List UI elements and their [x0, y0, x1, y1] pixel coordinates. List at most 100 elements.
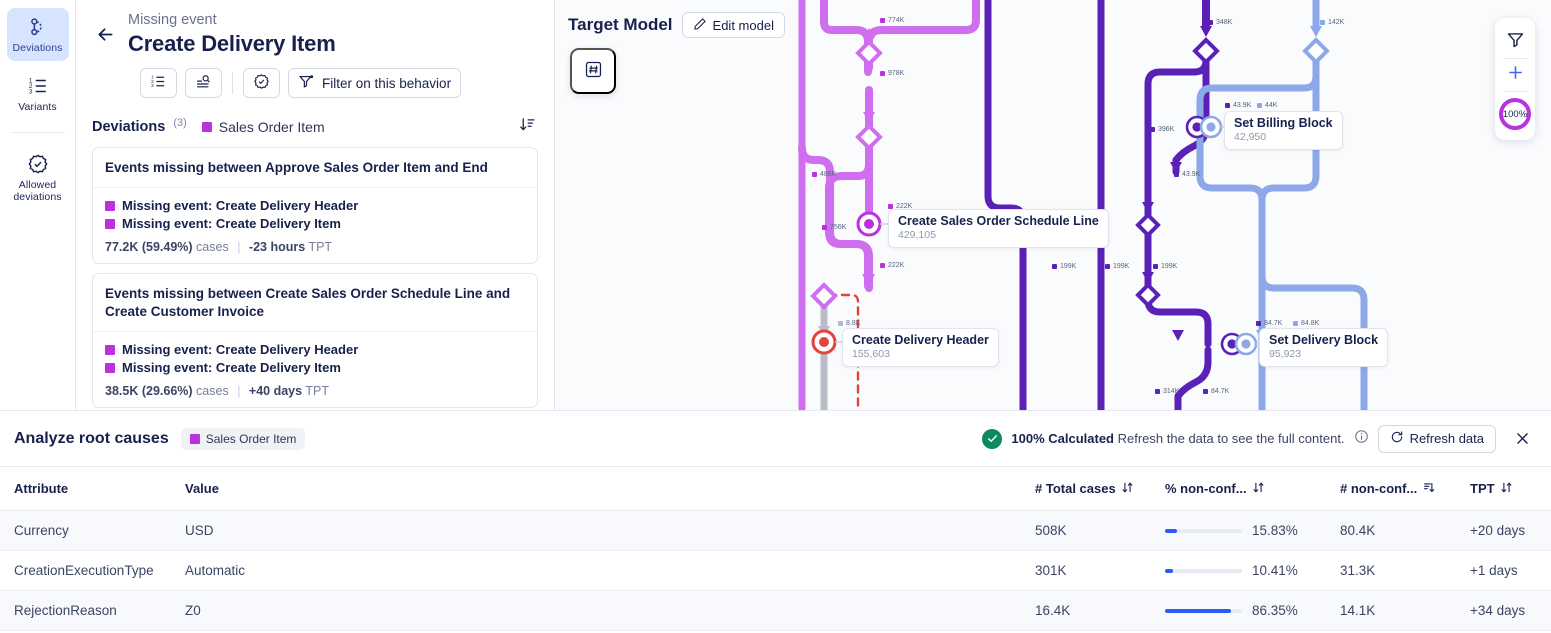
info-icon[interactable]	[1354, 429, 1369, 449]
graph-node-create-delivery-header[interactable]: Create Delivery Header 155,603	[842, 328, 999, 367]
column-header-total-cases[interactable]: # Total cases	[1025, 466, 1155, 511]
column-header-num-nonconf[interactable]: # non-conf...	[1330, 466, 1460, 511]
table-row[interactable]: RejectionReason Z0 16.4K 86.35% 14.1K +3…	[0, 590, 1551, 631]
deviation-card-metrics: 38.5K (29.66%) cases | +40 days TPT	[105, 384, 525, 398]
cell-num-nonconf: 80.4K	[1330, 510, 1460, 551]
column-header-tpt[interactable]: TPT	[1460, 466, 1551, 511]
deviation-card-title: Events missing between Create Sales Orde…	[93, 274, 537, 332]
column-label: Value	[185, 481, 219, 496]
arrow-left-icon	[95, 24, 116, 48]
cell-value: Z0	[175, 590, 1025, 631]
target-model-canvas[interactable]: Target Model Edit model Create Sales Ord…	[556, 0, 1551, 410]
graph-node-label: Set Delivery Block	[1269, 333, 1379, 347]
deviation-cases-suffix: cases	[196, 240, 229, 254]
column-header-value[interactable]: Value	[175, 466, 1025, 511]
edge-label-text: 84.8K	[1301, 320, 1320, 327]
graph-node-label: Create Delivery Header	[852, 333, 989, 347]
sidebar-item-deviations[interactable]: Deviations	[6, 8, 69, 62]
graph-edge-label: 43.9K	[1174, 171, 1200, 178]
deviation-cases-suffix: cases	[196, 384, 229, 398]
filter-on-behavior-button[interactable]: Filter on this behavior	[288, 68, 462, 98]
toolbar-divider	[232, 72, 233, 94]
missing-event-label: Missing event: Create Delivery Item	[122, 360, 341, 375]
sort-both-icon[interactable]	[1121, 481, 1134, 497]
root-causes-table: Attribute Value # Total cases % non-conf…	[0, 466, 1551, 631]
edge-label-text: 978K	[888, 70, 905, 77]
pencil-icon	[693, 17, 707, 34]
missing-event-label: Missing event: Create Delivery Header	[122, 342, 359, 357]
graph-edge-label: 8.8K	[838, 320, 860, 327]
plus-icon	[1506, 63, 1525, 87]
sidebar-item-variants[interactable]: 1 2 3 Variants	[7, 67, 69, 120]
inspect-behavior-button[interactable]	[185, 68, 222, 98]
cell-pct-nonconf: 86.35%	[1155, 590, 1330, 631]
edge-label-text: 314K	[1163, 388, 1180, 395]
magnify-list-icon	[195, 73, 212, 93]
badge-check-icon	[253, 73, 270, 93]
column-header-pct-nonconf[interactable]: % non-conf...	[1155, 466, 1330, 511]
back-button[interactable]	[90, 21, 120, 51]
deviation-cases-value: 77.2K (59.49%)	[105, 240, 193, 254]
column-label: # non-conf...	[1340, 481, 1418, 496]
graph-node-label: Set Billing Block	[1234, 116, 1333, 130]
pct-value-label: 10.41%	[1252, 563, 1298, 578]
column-label: % non-conf...	[1165, 481, 1247, 496]
pct-bar-track	[1165, 528, 1242, 533]
detail-toolbar: 1 2 3 Filter on this behavior	[76, 57, 554, 98]
graph-node-create-sales-order-schedule-line[interactable]: Create Sales Order Schedule Line 429,105	[888, 209, 1109, 248]
cell-tpt: +34 days	[1460, 590, 1551, 631]
drawer-entity-chip[interactable]: Sales Order Item	[180, 427, 306, 450]
deviation-card[interactable]: Events missing between Approve Sales Ord…	[92, 147, 538, 264]
sort-active-desc-icon[interactable]	[1422, 481, 1435, 497]
edge-label-swatch	[1203, 389, 1208, 394]
detail-header: Missing event Create Delivery Item	[76, 0, 554, 57]
deviations-icon	[27, 16, 49, 38]
variants-icon: 1 2 3	[27, 75, 49, 97]
zoom-level-indicator[interactable]: 100%	[1499, 98, 1531, 130]
ordered-list-button[interactable]: 1 2 3	[140, 68, 177, 98]
graph-node-set-billing-block[interactable]: Set Billing Block 42,950	[1224, 111, 1343, 150]
graph-edge-label: 486K	[812, 171, 836, 178]
edge-label-swatch	[880, 263, 885, 268]
hash-button[interactable]	[570, 48, 616, 94]
graph-edge-label: 84.7K	[1203, 388, 1229, 395]
deviations-section-header: Deviations (3) Sales Order Item	[76, 98, 554, 138]
edge-label-text: 348K	[1216, 19, 1233, 26]
sort-both-icon[interactable]	[1500, 481, 1513, 497]
table-row[interactable]: Currency USD 508K 15.83% 80.4K +20 days	[0, 510, 1551, 551]
table-row[interactable]: CreationExecutionType Automatic 301K 10.…	[0, 550, 1551, 591]
sort-both-icon[interactable]	[1252, 481, 1265, 497]
edge-label-text: 142K	[1328, 19, 1345, 26]
column-header-attribute[interactable]: Attribute	[0, 466, 175, 511]
graph-edge-label: 199K	[1052, 263, 1076, 270]
deviation-card[interactable]: Events missing between Create Sales Orde…	[92, 273, 538, 408]
deviation-card-metrics: 77.2K (59.49%) cases | -23 hours TPT	[105, 240, 525, 254]
cell-num-nonconf: 31.3K	[1330, 550, 1460, 591]
graph-edge-label: 222K	[880, 262, 904, 269]
column-label: # Total cases	[1035, 481, 1116, 496]
edge-label-text: 199K	[1161, 263, 1178, 270]
close-icon[interactable]	[1509, 426, 1535, 452]
graph-node-value: 42,950	[1234, 131, 1267, 143]
cell-pct-nonconf: 10.41%	[1155, 550, 1330, 591]
metric-divider: |	[237, 384, 241, 398]
edge-label-text: 44K	[1265, 102, 1278, 109]
cell-value: Automatic	[175, 550, 1025, 591]
graph-filter-button[interactable]	[1495, 26, 1535, 58]
ordered-list-icon: 1 2 3	[150, 73, 167, 93]
graph-node-value: 429,105	[898, 229, 936, 241]
detail-eyebrow: Missing event	[128, 12, 217, 28]
edit-model-label: Edit model	[712, 17, 774, 33]
allowed-deviation-button[interactable]	[243, 68, 280, 98]
edit-model-button[interactable]: Edit model	[681, 12, 785, 38]
graph-node-set-delivery-block[interactable]: Set Delivery Block 95,923	[1259, 328, 1389, 367]
column-label: Attribute	[14, 481, 69, 496]
edge-label-swatch	[1225, 103, 1230, 108]
edge-label-swatch	[822, 225, 827, 230]
edge-label-swatch	[1208, 20, 1213, 25]
sidebar-item-allowed-deviations[interactable]: Allowed deviations	[7, 145, 69, 210]
sort-descending-icon[interactable]	[519, 116, 536, 138]
edge-label-text: 222K	[896, 203, 913, 210]
refresh-data-button[interactable]: Refresh data	[1377, 424, 1496, 453]
zoom-in-button[interactable]	[1495, 59, 1535, 91]
